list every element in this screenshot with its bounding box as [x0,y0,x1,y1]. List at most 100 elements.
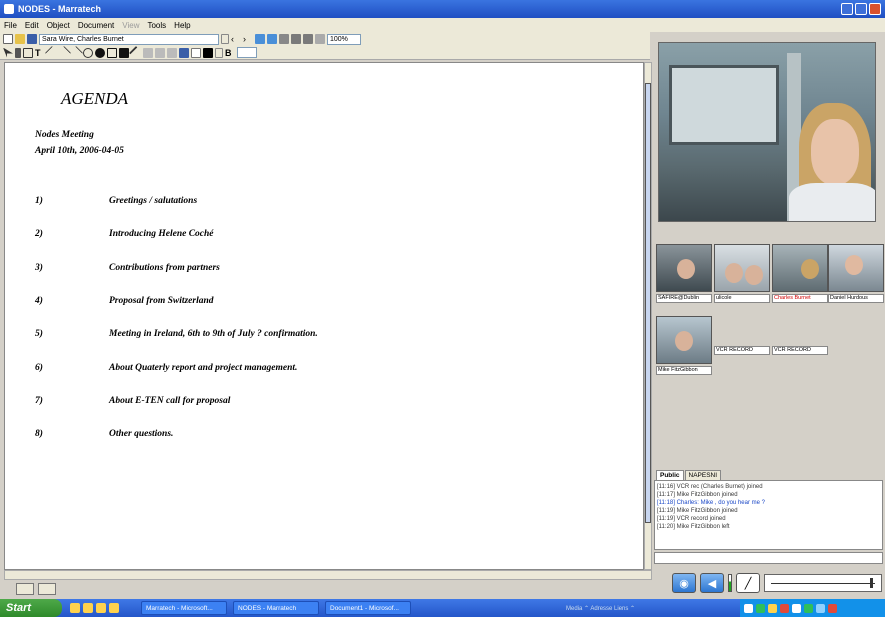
tray-icon[interactable] [816,603,825,613]
image-icon[interactable] [179,47,189,58]
menu-tools[interactable]: Tools [147,21,166,30]
copy-icon[interactable] [155,47,165,58]
participant-name[interactable]: SAFIRE@Dublin [656,294,712,303]
chat-message: [11:17] Mike FitzGibbon joined [657,492,738,498]
pen-icon[interactable] [15,47,21,58]
participant-video[interactable] [714,244,770,292]
video-person-face [811,119,859,185]
close-button[interactable] [869,3,881,15]
tray-icon[interactable] [756,603,765,613]
quick-launch-icon[interactable] [83,603,93,613]
rectangle-icon[interactable] [23,47,33,58]
minimize-button[interactable] [841,3,853,15]
maximize-button[interactable] [855,3,867,15]
menu-file[interactable]: File [4,21,17,30]
address-bar-text: Media ⌃ Adresse Liens ⌃ [566,605,636,612]
zoom-in-icon[interactable] [303,34,313,44]
participant-combo[interactable]: Sara Wire, Charles Burnet [39,33,219,45]
bold-icon[interactable]: B [225,48,235,58]
pointer-icon[interactable] [3,47,13,58]
zoom-combo[interactable]: 100% [327,33,361,45]
page-tab[interactable] [38,583,56,595]
volume-slider[interactable] [764,574,882,592]
participant-name[interactable]: VCR RECORD [714,346,770,355]
zoom-out-icon[interactable] [291,34,301,44]
new-document-icon[interactable] [3,34,13,44]
tray-icon[interactable] [804,603,813,613]
tab-public[interactable]: Public [656,470,684,480]
tray-icon[interactable] [792,603,801,613]
quick-launch-icon[interactable] [70,603,80,613]
tray-icon[interactable] [828,603,837,613]
participant-name[interactable]: Daniel Hurdous [828,294,884,303]
menu-view[interactable]: View [122,21,139,30]
color-picker-icon[interactable] [203,47,213,58]
quick-launch-icon[interactable] [109,603,119,613]
tab-private[interactable]: NAPESNI [684,470,722,480]
filled-ellipse-icon[interactable] [95,47,105,58]
page-tabs [4,581,652,597]
speaker-toggle-button[interactable]: ◀ [700,573,724,593]
tray-icon[interactable] [744,603,753,613]
participant-name[interactable]: ulicole [714,294,770,303]
microphone-button[interactable]: ╱ [736,573,760,593]
participant-video[interactable] [772,244,828,292]
color-dropdown-icon[interactable] [215,47,223,58]
chevron-down-icon[interactable] [221,34,229,44]
drawing-toolbar: T B [0,45,650,60]
participant-video[interactable] [656,316,712,364]
participant-name[interactable]: Mike FitzGibbon [656,366,712,375]
whiteboard-canvas[interactable]: AGENDA Nodes Meeting April 10th, 2006-04… [4,62,644,570]
participant-name[interactable]: VCR RECORD [772,346,828,355]
scroll-thumb[interactable] [645,83,651,523]
export-icon[interactable] [267,34,277,44]
document-vertical-scrollbar[interactable] [644,62,652,570]
freehand-icon[interactable] [128,45,144,60]
menu-object[interactable]: Object [47,21,70,30]
taskbar-item[interactable]: NODES - Marratech [233,601,319,615]
chat-message: [11:19] VCR record joined [657,516,726,522]
outline-rectangle-icon[interactable] [107,47,117,58]
next-page-icon[interactable]: › [243,34,253,44]
chat-input[interactable] [654,552,883,564]
arrow-icon[interactable] [68,45,84,60]
filled-rectangle-icon[interactable] [119,47,129,58]
menu-document[interactable]: Document [78,21,114,30]
agenda-item-text: Other questions. [109,429,174,439]
ellipse-icon[interactable] [83,47,93,58]
text-tool-icon[interactable]: T [35,48,45,58]
chat-log: [11:16] VCR rec (Charles Burnet) joined … [654,480,883,550]
save-icon[interactable] [27,34,37,44]
menu-edit[interactable]: Edit [25,21,39,30]
agenda-item-text: About E-TEN call for proposal [109,396,231,406]
fit-page-icon[interactable] [315,34,325,44]
taskbar-item[interactable]: Marratech - Microsoft... [141,601,227,615]
taskbar-item[interactable]: Document1 - Microsof... [325,601,411,615]
tray-icon[interactable] [780,603,789,613]
insert-page-icon[interactable] [255,34,265,44]
document-horizontal-scrollbar[interactable] [4,570,652,580]
agenda-item-number: 6) [35,363,43,373]
menu-bar: File Edit Object Document View Tools Hel… [0,18,885,32]
participant-name-active[interactable]: Charles Burnet [772,294,828,303]
font-size-combo[interactable] [237,47,257,58]
page-tab[interactable] [16,583,34,595]
agenda-item-text: About Quaterly report and project manage… [109,363,298,373]
agenda-item-number: 5) [35,329,43,339]
print-icon[interactable] [279,34,289,44]
paste-icon[interactable] [167,47,177,58]
agenda-item-number: 1) [35,196,43,206]
participant-video[interactable] [828,244,884,292]
open-folder-icon[interactable] [15,34,25,44]
blank-icon[interactable] [191,47,201,58]
volume-track [771,583,875,584]
quick-launch-icon[interactable] [96,603,106,613]
tray-icon[interactable] [768,603,777,613]
cut-icon[interactable] [143,47,153,58]
camera-toggle-button[interactable]: ◉ [672,573,696,593]
participant-video[interactable] [656,244,712,292]
start-button[interactable]: Start [0,599,62,617]
prev-page-icon[interactable]: ‹ [231,34,241,44]
volume-knob[interactable] [870,578,873,588]
menu-help[interactable]: Help [174,21,190,30]
